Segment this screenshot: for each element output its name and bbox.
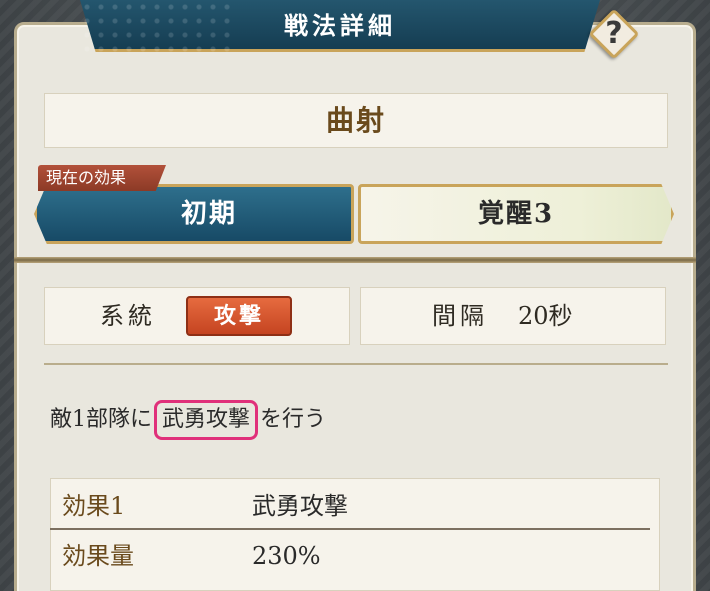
tab-initial-label: 初期 <box>180 199 237 229</box>
description-highlight: 武勇攻撃 <box>154 400 259 440</box>
effect-row-divider <box>50 528 650 530</box>
effect-amount-value: 230% <box>252 542 321 570</box>
effect-table <box>50 478 660 591</box>
effect-1-label: 効果1 <box>62 492 126 520</box>
question-mark-icon: ? <box>605 16 623 51</box>
tactic-name: 曲射 <box>325 104 386 137</box>
interval-box <box>360 287 666 345</box>
description-suffix: を行う <box>260 407 327 432</box>
description-prefix: 敵1部隊に <box>50 407 152 432</box>
effect-amount-label: 効果量 <box>62 542 134 570</box>
tab-awaken-3-label: 覚醒3 <box>477 199 555 229</box>
interval-label: 間隔 <box>432 302 488 330</box>
system-label: 系統 <box>100 302 156 330</box>
description-divider <box>44 363 668 365</box>
tactic-description: 敵1部隊に 武勇攻撃 を行う <box>50 400 326 440</box>
current-effect-badge: 現在の効果 <box>38 165 166 191</box>
help-button[interactable]: ? <box>588 8 640 60</box>
interval-value: 20秒 <box>518 302 573 330</box>
system-value-badge: 攻撃 <box>186 296 292 336</box>
effect-1-value: 武勇攻撃 <box>252 492 348 520</box>
page-title: 戦法詳細 <box>284 11 396 40</box>
section-divider <box>14 257 696 263</box>
